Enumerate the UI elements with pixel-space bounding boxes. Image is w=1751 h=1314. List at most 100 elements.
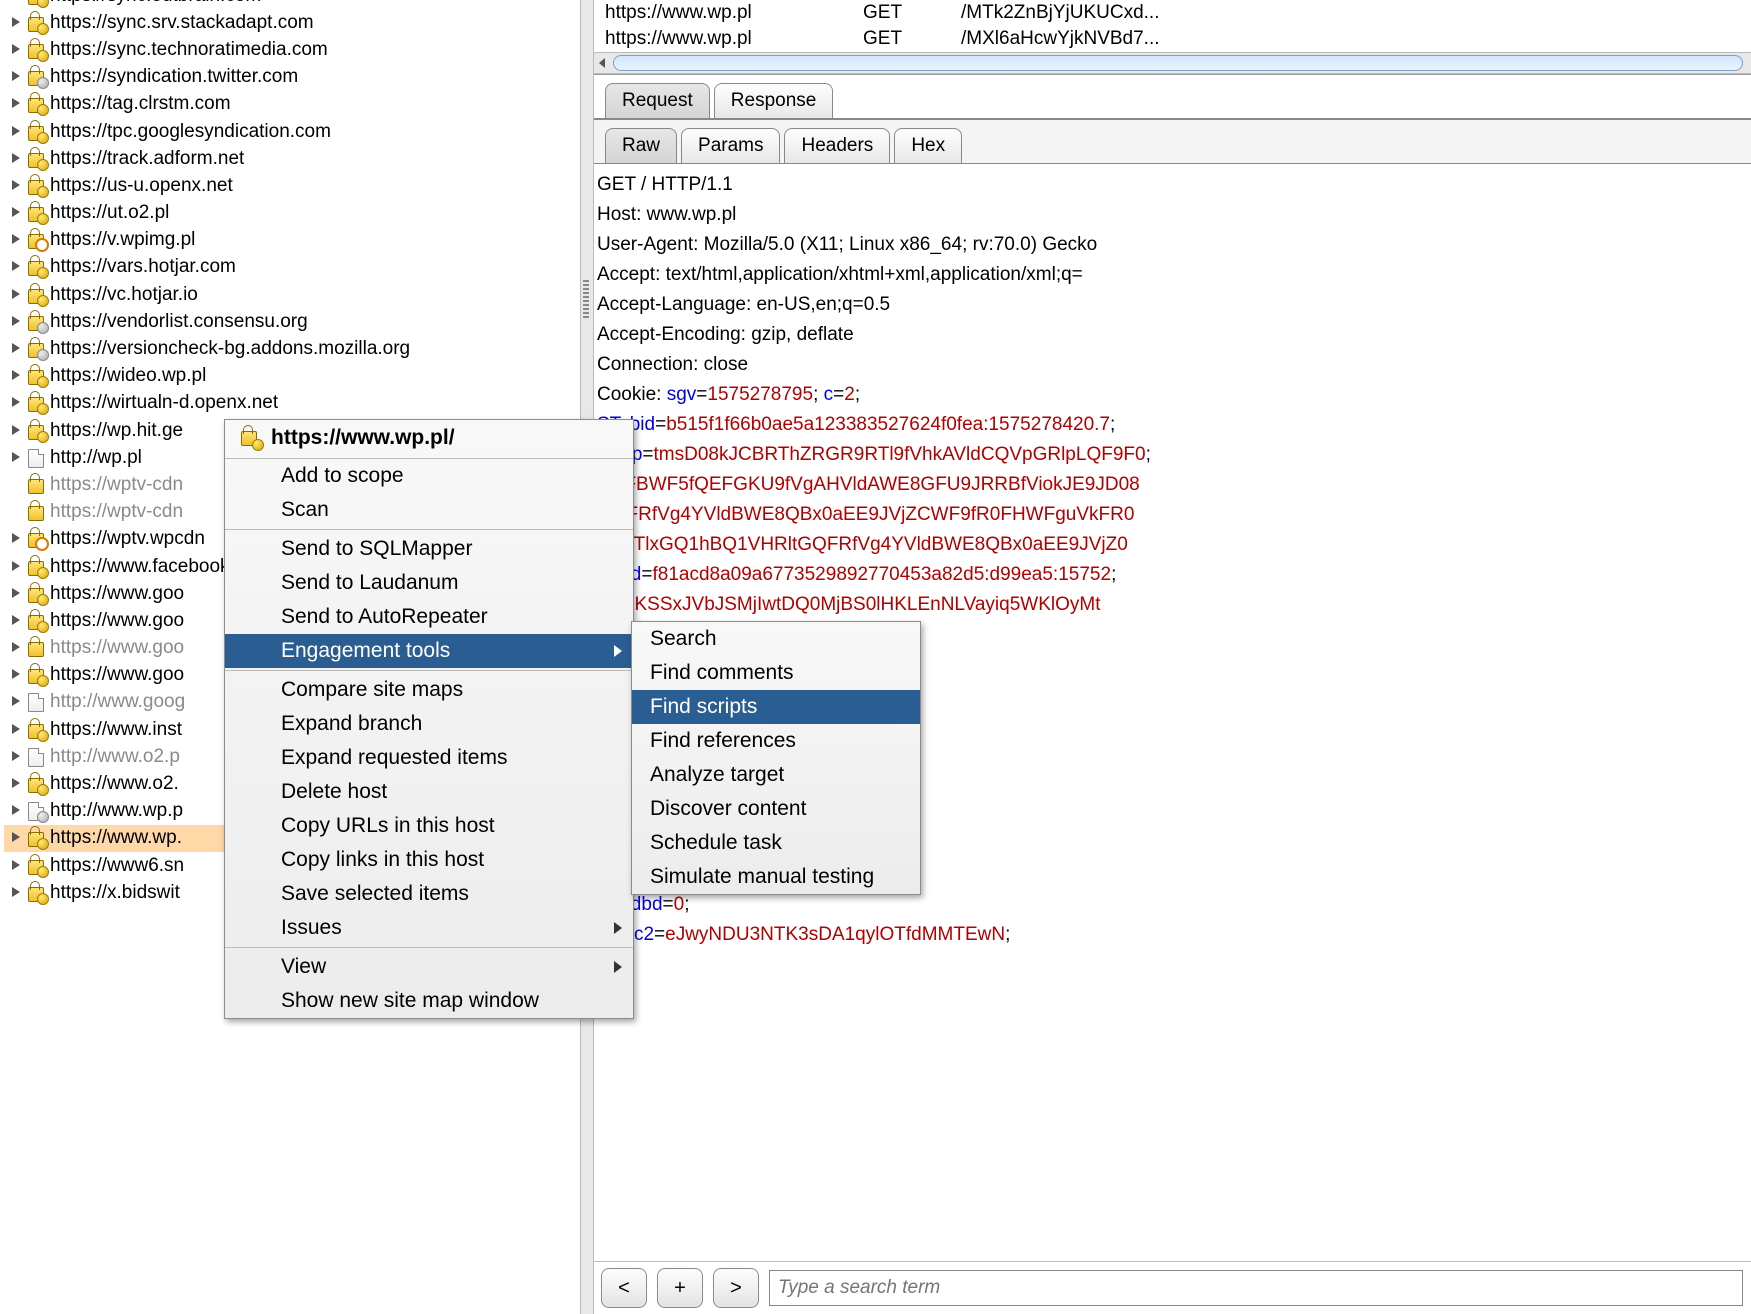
lock-icon: [26, 666, 46, 684]
menu-item[interactable]: Find scripts: [632, 690, 920, 724]
menu-item[interactable]: Send to AutoRepeater: [225, 600, 633, 634]
tree-item[interactable]: https://versioncheck-bg.addons.mozilla.o…: [4, 335, 576, 362]
expand-icon[interactable]: [10, 396, 24, 410]
menu-item[interactable]: Save selected items: [225, 877, 633, 911]
lock-icon: [26, 367, 46, 385]
menu-item[interactable]: Find comments: [632, 656, 920, 690]
expand-icon[interactable]: [10, 859, 24, 873]
expand-icon[interactable]: [10, 560, 24, 574]
search-prev-button[interactable]: <: [601, 1268, 647, 1308]
scrollbar-track[interactable]: [613, 55, 1743, 71]
engagement-tools-submenu: SearchFind commentsFind scriptsFind refe…: [631, 621, 921, 895]
tree-item[interactable]: https://v.wpimg.pl: [4, 227, 576, 254]
tab-params[interactable]: Params: [681, 128, 780, 163]
tree-item-label: https://www.goo: [50, 664, 184, 686]
menu-item[interactable]: Copy links in this host: [225, 843, 633, 877]
menu-item[interactable]: Search: [632, 622, 920, 656]
lock-icon: [239, 428, 261, 448]
expand-icon[interactable]: [10, 532, 24, 546]
tree-item-label: https://www.goo: [50, 637, 184, 659]
tree-item-label: https://track.adform.net: [50, 148, 244, 170]
expand-icon[interactable]: [10, 179, 24, 193]
menu-item[interactable]: Add to scope: [225, 459, 633, 493]
tree-item[interactable]: https://track.adform.net: [4, 145, 576, 172]
menu-item[interactable]: Analyze target: [632, 758, 920, 792]
lock-icon: [26, 286, 46, 304]
expand-icon[interactable]: [10, 70, 24, 84]
expand-icon[interactable]: [10, 723, 24, 737]
expand-icon[interactable]: [10, 695, 24, 709]
expand-icon[interactable]: [10, 641, 24, 655]
tab-raw[interactable]: Raw: [605, 128, 677, 163]
menu-item[interactable]: Show new site map window: [225, 984, 633, 1018]
tree-item[interactable]: https://ut.o2.pl: [4, 200, 576, 227]
expand-icon[interactable]: [10, 451, 24, 465]
menu-item[interactable]: Find references: [632, 724, 920, 758]
search-next-button[interactable]: >: [713, 1268, 759, 1308]
menu-item[interactable]: Send to SQLMapper: [225, 532, 633, 566]
tree-item[interactable]: https://vars.hotjar.com: [4, 254, 576, 281]
menu-item[interactable]: Scan: [225, 493, 633, 527]
menu-item[interactable]: Issues: [225, 911, 633, 945]
expand-icon[interactable]: [10, 288, 24, 302]
expand-icon[interactable]: [10, 260, 24, 274]
tab-hex[interactable]: Hex: [894, 128, 962, 163]
menu-item[interactable]: Engagement tools: [225, 634, 633, 668]
scroll-left-arrow[interactable]: [593, 54, 611, 72]
expand-icon[interactable]: [10, 16, 24, 30]
tab-response[interactable]: Response: [714, 83, 834, 118]
menu-item[interactable]: Delete host: [225, 775, 633, 809]
tree-item[interactable]: https://wirtualn-d.openx.net: [4, 390, 576, 417]
menu-item[interactable]: Copy URLs in this host: [225, 809, 633, 843]
tree-item-label: https://tag.clrstm.com: [50, 93, 231, 115]
expand-icon[interactable]: [10, 125, 24, 139]
tree-item[interactable]: https://vc.hotjar.io: [4, 281, 576, 308]
expand-icon[interactable]: [10, 668, 24, 682]
tree-item[interactable]: https://sync.srv.stackadapt.com: [4, 9, 576, 36]
tree-item-label: https://www.inst: [50, 719, 182, 741]
menu-item[interactable]: Simulate manual testing: [632, 860, 920, 894]
expand-icon[interactable]: [10, 152, 24, 166]
tree-item[interactable]: https://us-u.openx.net: [4, 172, 576, 199]
menu-item[interactable]: Send to Laudanum: [225, 566, 633, 600]
menu-item[interactable]: Compare site maps: [225, 673, 633, 707]
horizontal-scrollbar[interactable]: [593, 52, 1751, 74]
tree-item[interactable]: https://syndication.twitter.com: [4, 64, 576, 91]
expand-icon[interactable]: [10, 0, 24, 3]
menu-item[interactable]: Expand requested items: [225, 741, 633, 775]
menu-item[interactable]: Discover content: [632, 792, 920, 826]
tab-headers[interactable]: Headers: [784, 128, 890, 163]
tree-item[interactable]: https://vendorlist.consensu.org: [4, 308, 576, 335]
menu-item[interactable]: Schedule task: [632, 826, 920, 860]
tree-item-label: https://wirtualn-d.openx.net: [50, 392, 278, 414]
tree-item[interactable]: https://sync.technoratimedia.com: [4, 36, 576, 63]
proxy-history-table[interactable]: https://www.wp.plGET/MTk2ZnBjYjUKUCxd...…: [593, 0, 1751, 75]
expand-icon[interactable]: [10, 750, 24, 764]
table-row[interactable]: https://www.wp.plGET/MXl6aHcwYjkNVBd7...: [593, 26, 1751, 52]
expand-icon[interactable]: [10, 886, 24, 900]
expand-icon[interactable]: [10, 342, 24, 356]
expand-icon[interactable]: [10, 587, 24, 601]
expand-icon[interactable]: [10, 369, 24, 383]
expand-icon[interactable]: [10, 315, 24, 329]
tree-item[interactable]: https://tag.clrstm.com: [4, 91, 576, 118]
table-row[interactable]: https://www.wp.plGET/MTk2ZnBjYjUKUCxd...: [593, 0, 1751, 26]
menu-item[interactable]: View: [225, 950, 633, 984]
search-add-button[interactable]: +: [657, 1268, 703, 1308]
expand-icon[interactable]: [10, 424, 24, 438]
expand-icon[interactable]: [10, 614, 24, 628]
menu-item[interactable]: Expand branch: [225, 707, 633, 741]
expand-icon[interactable]: [10, 43, 24, 57]
tree-item-label: https://www.o2.: [50, 773, 179, 795]
search-input[interactable]: [769, 1270, 1743, 1306]
expand-icon[interactable]: [10, 777, 24, 791]
tree-item[interactable]: https://wideo.wp.pl: [4, 363, 576, 390]
expand-icon[interactable]: [10, 233, 24, 247]
tree-item[interactable]: https://sync.outbrain.com: [4, 0, 576, 9]
expand-icon[interactable]: [10, 97, 24, 111]
expand-icon[interactable]: [10, 831, 24, 845]
tab-request[interactable]: Request: [605, 83, 710, 118]
expand-icon[interactable]: [10, 206, 24, 220]
expand-icon[interactable]: [10, 804, 24, 818]
tree-item[interactable]: https://tpc.googlesyndication.com: [4, 118, 576, 145]
